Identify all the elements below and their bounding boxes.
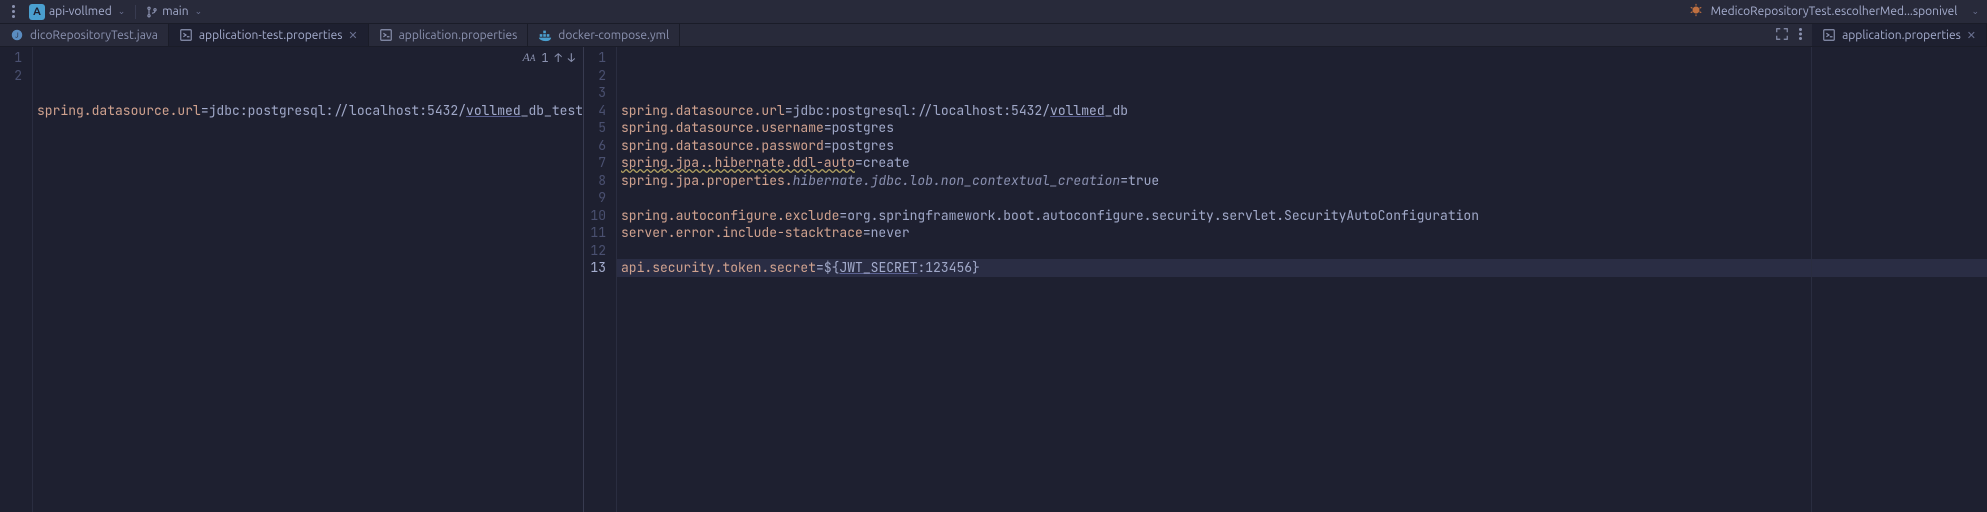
main-menu-button[interactable] [8,1,19,22]
tab-label: docker-compose.yml [558,29,669,42]
props-file-icon [1822,28,1836,42]
code-editor[interactable]: AA 1 ↑ ↓ spring.datasource.url=jdbc:post… [33,47,583,512]
gutter: 12345678910111213 [584,47,616,512]
run-configuration-label[interactable]: MedicoRepositoryTest.escolherMed...sponi… [1711,5,1958,18]
editor-tab[interactable]: application.properties [369,24,529,46]
split-editor-view: 12 AA 1 ↑ ↓ spring.datasource.url=jdbc:p… [0,47,1987,512]
editor-tab[interactable]: docker-compose.yml [528,24,680,46]
chevron-down-icon[interactable]: ⌄ [1971,6,1979,17]
tab-label: dicoRepositoryTest.java [30,29,158,42]
code-editor[interactable]: spring.datasource.url=jdbc:postgresql://… [617,47,1987,512]
code-line[interactable] [617,189,1987,207]
find-count: 1 [541,50,548,68]
editor-tab[interactable]: application.properties ✕ [1812,24,1987,46]
gutter: 12 [0,47,32,512]
branch-name-label: main [162,5,188,18]
code-line[interactable]: spring.datasource.username=postgres [617,119,1987,137]
next-match-icon[interactable]: ↓ [568,50,575,68]
code-line[interactable]: spring.datasource.password=postgres [617,137,1987,155]
tab-label: application.properties [399,29,518,42]
editor-tab[interactable]: JdicoRepositoryTest.java [0,24,169,46]
more-tabs-icon[interactable] [1797,26,1804,45]
code-line[interactable] [617,294,1987,312]
java-file-icon: J [10,28,24,42]
close-icon[interactable]: ✕ [1967,29,1976,42]
tab-label: application.properties [1842,29,1961,42]
code-line[interactable] [617,277,1987,295]
project-selector[interactable]: A api-vollmed ⌄ [29,4,125,20]
code-line[interactable] [617,242,1987,260]
git-branch-selector[interactable]: main ⌄ [146,5,202,18]
find-result-badge: AA 1 ↑ ↓ [523,49,575,68]
code-line[interactable]: spring.autoconfigure.exclude=org.springf… [617,207,1987,225]
code-line[interactable]: spring.jpa..hibernate.ddl-auto=create [617,154,1987,172]
debug-icon [1689,3,1703,20]
branch-icon [146,6,158,18]
editor-pane-right[interactable]: 12345678910111213 spring.datasource.url=… [584,47,1987,512]
tab-label: application-test.properties [199,29,343,42]
code-line[interactable]: server.error.include-stacktrace=never [617,224,1987,242]
project-badge-icon: A [29,4,45,20]
editor-pane-left[interactable]: 12 AA 1 ↑ ↓ spring.datasource.url=jdbc:p… [0,47,583,512]
code-line[interactable]: spring.datasource.url=jdbc:postgresql://… [617,102,1987,120]
case-match-icon[interactable]: AA [523,49,536,68]
editor-tab[interactable]: application-test.properties ✕ [169,24,369,46]
props-file-icon [379,28,393,42]
project-name-label: api-vollmed [49,5,112,18]
title-bar: A api-vollmed ⌄ main ⌄ MedicoRepositoryT… [0,0,1987,24]
chevron-down-icon: ⌄ [195,6,203,17]
docker-file-icon [538,28,552,42]
code-line[interactable]: spring.jpa.properties.hibernate.jdbc.lob… [617,172,1987,190]
code-line[interactable]: api.security.token.secret=${JWT_SECRET:1… [617,259,1987,277]
editor-tabs-bar: JdicoRepositoryTest.javaapplication-test… [0,24,1987,47]
props-file-icon [179,28,193,42]
chevron-down-icon: ⌄ [118,6,126,17]
expand-icon[interactable] [1773,25,1791,46]
code-line[interactable] [33,119,583,137]
svg-text:J: J [15,32,18,40]
close-icon[interactable]: ✕ [348,29,357,42]
code-line[interactable]: spring.datasource.url=jdbc:postgresql://… [33,102,583,120]
prev-match-icon[interactable]: ↑ [555,50,562,68]
code-line[interactable] [617,312,1987,330]
